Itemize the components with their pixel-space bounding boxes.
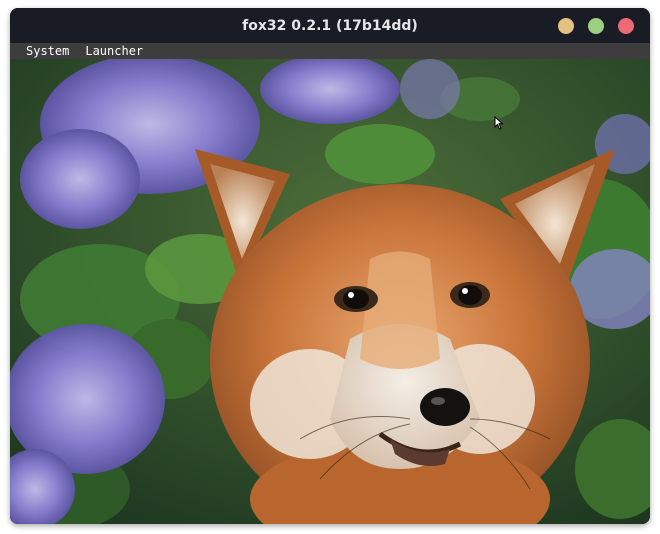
window-title: fox32 0.2.1 (17b14dd)	[242, 17, 418, 34]
close-button[interactable]	[618, 18, 634, 34]
arrow-cursor-icon	[494, 116, 504, 130]
menu-launcher[interactable]: Launcher	[77, 43, 151, 59]
fox-wallpaper-image	[10, 59, 650, 524]
maximize-button[interactable]	[588, 18, 604, 34]
menu-system[interactable]: System	[10, 43, 77, 59]
minimize-button[interactable]	[558, 18, 574, 34]
menu-bar: System Launcher	[10, 43, 650, 59]
desktop-wallpaper[interactable]	[10, 59, 650, 524]
title-bar[interactable]: fox32 0.2.1 (17b14dd)	[10, 8, 650, 43]
emulator-window: fox32 0.2.1 (17b14dd) System Launcher	[10, 8, 650, 524]
